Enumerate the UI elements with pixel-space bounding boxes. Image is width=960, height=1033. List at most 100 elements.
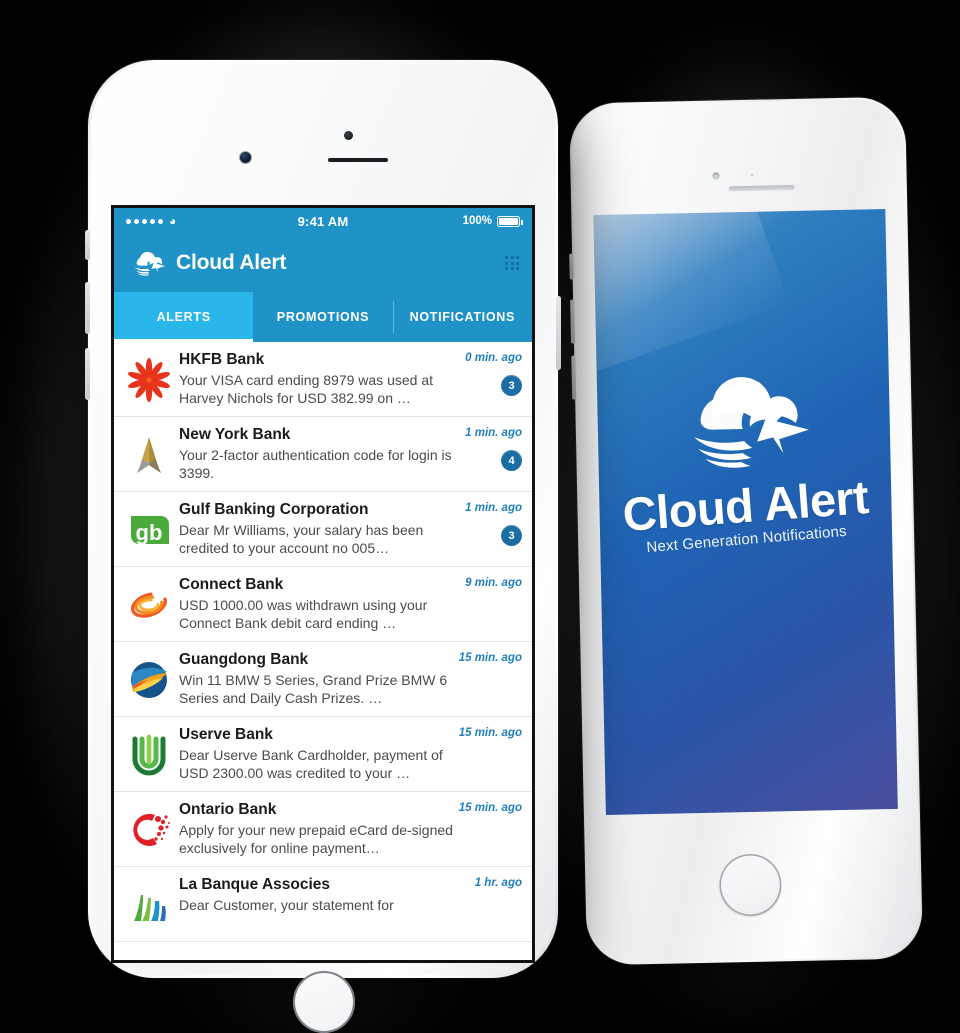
ontario-bank-red-o-logo-icon	[122, 803, 176, 857]
list-item-body: HKFB Bank Your VISA card ending 8979 was…	[176, 351, 460, 407]
bank-name: New York Bank	[179, 426, 291, 443]
proximity-sensor-left	[344, 131, 353, 140]
alert-timestamp: 15 min. ago	[458, 727, 522, 739]
tab-bar: ALERTS PROMOTIONS NOTIFICATIONS	[114, 292, 532, 342]
list-item[interactable]: HKFB Bank Your VISA card ending 8979 was…	[114, 342, 532, 417]
la-banque-associes-logo-icon	[122, 878, 176, 932]
svg-text:gb: gb	[136, 520, 163, 545]
phone-device-left: ◕ 9:41 AM 100% Cloud Alert ALERTS PROMOT…	[85, 60, 561, 1033]
list-item-meta: 15 min. ago	[458, 651, 522, 696]
list-item-meta: 0 min. ago 3	[460, 351, 522, 396]
alert-list[interactable]: HKFB Bank Your VISA card ending 8979 was…	[114, 342, 532, 960]
phone-device-right: Cloud Alert Next Generation Notification…	[569, 96, 923, 966]
alert-timestamp: 15 min. ago	[458, 802, 522, 814]
bank-name: Guangdong Bank	[179, 651, 309, 668]
signal-dot-icon	[134, 218, 139, 224]
volume-up-button-left[interactable]	[85, 282, 90, 334]
alert-timestamp: 1 min. ago	[465, 502, 522, 514]
mute-switch-right[interactable]	[569, 253, 574, 280]
list-item[interactable]: La Banque Associes Dear Customer, your s…	[114, 867, 532, 942]
list-item-meta: 15 min. ago	[458, 801, 522, 846]
bank-name: Gulf Banking Corporation	[179, 501, 369, 518]
tab-promotions-label: PROMOTIONS	[276, 310, 370, 324]
cloud-alert-logo-icon	[127, 248, 169, 278]
grid-menu-icon[interactable]	[505, 256, 519, 270]
alert-message: Your VISA card ending 8979 was used at H…	[179, 371, 433, 406]
signal-dot-icon	[142, 218, 147, 224]
alert-message: Win 11 BMW 5 Series, Grand Prize BMW 6 S…	[179, 671, 448, 706]
tab-notifications[interactable]: NOTIFICATIONS	[392, 292, 532, 342]
bank-name: Ontario Bank	[179, 801, 277, 818]
bank-name: Userve Bank	[179, 726, 273, 743]
home-button-left[interactable]	[293, 971, 355, 1033]
list-item[interactable]: Ontario Bank Apply for your new prepaid …	[114, 792, 532, 867]
volume-down-button-left[interactable]	[85, 348, 90, 400]
alert-message: Your 2-factor authentication code for lo…	[179, 446, 452, 481]
tab-alerts-label: ALERTS	[156, 310, 211, 324]
unread-badge: 3	[501, 375, 522, 396]
mute-switch-left[interactable]	[85, 230, 90, 260]
scene: Cloud Alert Next Generation Notification…	[0, 0, 960, 1033]
signal-dot-icon	[158, 218, 163, 224]
unread-badge: 3	[501, 525, 522, 546]
alert-timestamp: 1 min. ago	[465, 427, 522, 439]
userve-bank-green-u-logo-icon	[122, 728, 176, 782]
cloud-alert-logo-icon	[662, 360, 824, 475]
tab-promotions[interactable]: PROMOTIONS	[253, 292, 392, 342]
splash-content: Cloud Alert Next Generation Notification…	[596, 359, 892, 556]
battery-percent-label: 100%	[462, 215, 492, 227]
list-item-meta: 1 min. ago 3	[460, 501, 522, 546]
alert-timestamp: 15 min. ago	[458, 652, 522, 664]
status-bar-left: ◕	[126, 215, 298, 227]
earpiece-speaker-left	[328, 158, 388, 162]
front-camera-left	[240, 152, 251, 163]
guangdong-bank-globe-logo-icon	[122, 653, 176, 707]
list-item-meta: 1 hr. ago	[460, 876, 522, 921]
alert-message: Apply for your new prepaid eCard de-sign…	[179, 821, 453, 856]
list-item-meta: 1 min. ago 4	[460, 426, 522, 471]
bank-name: La Banque Associes	[179, 876, 331, 893]
list-item[interactable]: Userve Bank Dear Userve Bank Cardholder,…	[114, 717, 532, 792]
list-item[interactable]: Guangdong Bank Win 11 BMW 5 Series, Gran…	[114, 642, 532, 717]
hkfb-bank-flower-logo-icon	[122, 353, 176, 407]
list-item-body: Ontario Bank Apply for your new prepaid …	[176, 801, 460, 857]
list-item-body: Guangdong Bank Win 11 BMW 5 Series, Gran…	[176, 651, 460, 707]
alert-timestamp: 0 min. ago	[465, 352, 522, 364]
splash-screen: Cloud Alert Next Generation Notification…	[593, 209, 898, 815]
alert-message: Dear Userve Bank Cardholder, payment of …	[179, 746, 443, 781]
bank-name: HKFB Bank	[179, 351, 265, 368]
gulf-banking-gb-leaf-logo-icon: gb	[122, 503, 176, 557]
connect-bank-swirl-logo-icon	[122, 578, 176, 632]
list-item-meta: 9 min. ago	[460, 576, 522, 621]
wifi-icon: ◕	[169, 214, 177, 228]
list-item[interactable]: Connect Bank USD 1000.00 was withdrawn u…	[114, 567, 532, 642]
signal-dot-icon	[150, 218, 155, 224]
proximity-sensor-right	[750, 173, 754, 177]
list-item-body: Connect Bank USD 1000.00 was withdrawn u…	[176, 576, 460, 632]
alert-timestamp: 9 min. ago	[465, 577, 522, 589]
app-title: Cloud Alert	[176, 251, 287, 274]
unread-badge: 4	[501, 450, 522, 471]
list-item-body: Gulf Banking Corporation Dear Mr William…	[176, 501, 460, 557]
status-bar-clock: 9:41 AM	[297, 213, 349, 229]
tab-notifications-label: NOTIFICATIONS	[409, 310, 516, 324]
list-item[interactable]: New York Bank Your 2-factor authenticati…	[114, 417, 532, 492]
list-item-body: New York Bank Your 2-factor authenticati…	[176, 426, 460, 482]
status-bar-right: 100%	[348, 215, 523, 227]
alert-timestamp: 1 hr. ago	[474, 877, 522, 889]
new-york-bank-chevron-logo-icon	[122, 428, 176, 482]
alert-message: USD 1000.00 was withdrawn using your Con…	[179, 596, 428, 631]
alert-message: Dear Customer, your statement for	[179, 896, 394, 913]
tab-alerts[interactable]: ALERTS	[114, 292, 254, 342]
power-button-left[interactable]	[556, 296, 561, 370]
list-item-body: La Banque Associes Dear Customer, your s…	[176, 876, 460, 914]
screen-reflection	[593, 209, 790, 374]
battery-full-icon	[497, 215, 523, 227]
signal-dot-icon	[126, 218, 131, 224]
app-bar: Cloud Alert	[114, 234, 532, 292]
status-bar: ◕ 9:41 AM 100%	[114, 208, 532, 234]
list-item[interactable]: gb Gulf Banking Corporation Dear Mr Will…	[114, 492, 532, 567]
app-screen: ◕ 9:41 AM 100% Cloud Alert ALERTS PROMOT…	[114, 208, 532, 960]
list-item-body: Userve Bank Dear Userve Bank Cardholder,…	[176, 726, 460, 782]
bank-name: Connect Bank	[179, 576, 284, 593]
